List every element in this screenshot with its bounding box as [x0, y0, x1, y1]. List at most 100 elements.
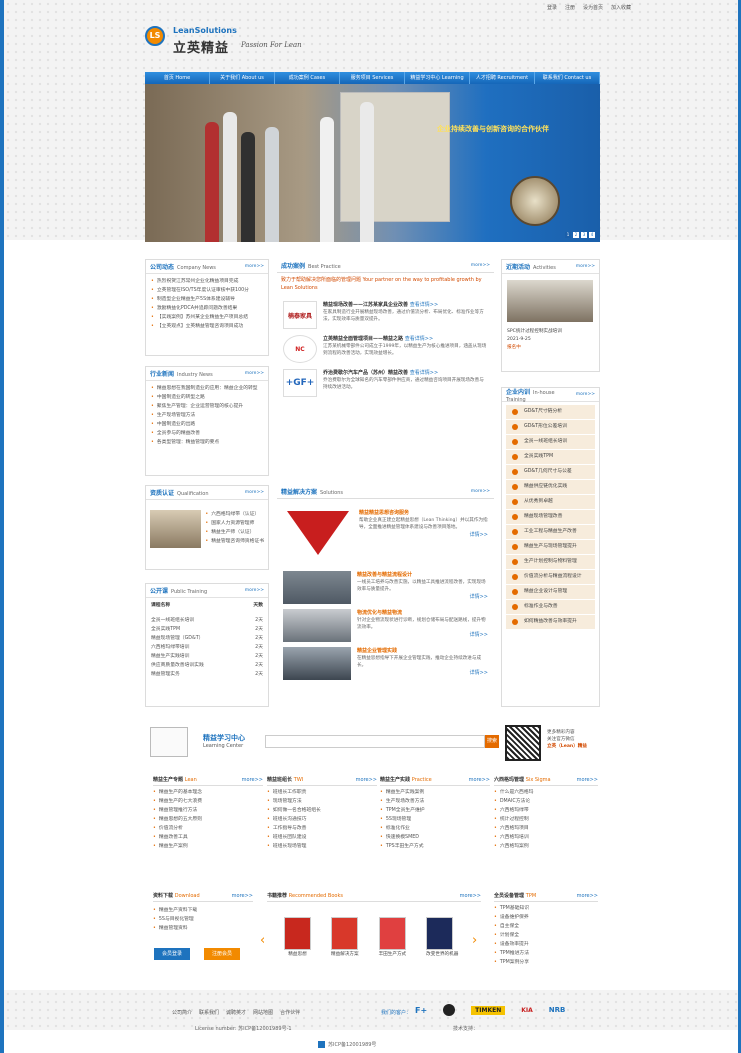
solution-item[interactable]: 精益改善与精益流程设计 一线员工培养与改善实施，以精益工具推进流程改善，实现现场效… — [283, 571, 488, 604]
footer-link[interactable]: 公司简介 — [172, 1009, 192, 1016]
qualification-more[interactable]: more>> — [245, 490, 264, 495]
table-row[interactable]: 六西格玛绿带培训 2天 — [151, 643, 263, 652]
list-item[interactable]: TPS丰田生产方式 — [380, 842, 490, 851]
training-item[interactable]: GD&T形位公差培训 — [506, 420, 595, 435]
list-item[interactable]: 5S现场管理 — [380, 815, 490, 824]
site-logo[interactable]: LS LeanSolutions 立英精益 Passion For Lean — [145, 26, 302, 56]
list-item[interactable]: 价值流分析 — [153, 824, 263, 833]
icp-record[interactable]: 苏ICP备12001989号 — [318, 1041, 376, 1048]
footer-link[interactable]: 诚聘英才 — [226, 1009, 246, 1016]
list-item[interactable]: 精益生产的七大浪费 — [153, 797, 263, 806]
table-row[interactable]: 精益管理实务 2天 — [151, 670, 263, 679]
add-favorite-link[interactable]: 加入收藏 — [611, 4, 631, 11]
practice-more[interactable]: more>> — [469, 775, 490, 785]
hero-banner[interactable]: 企业持续改善与创新咨询的合作伙伴 1 2 3 4 — [145, 84, 600, 242]
company-news-more[interactable]: more>> — [245, 264, 264, 269]
list-item[interactable]: 各类型管理：精益管理的要点 — [151, 438, 263, 447]
banner-page-4[interactable]: 4 — [589, 232, 595, 238]
table-row[interactable]: 供应商质量改善培训实践 2天 — [151, 661, 263, 670]
list-item[interactable]: 六西格玛项目 — [494, 824, 598, 833]
list-item[interactable]: 精益管理推行方法 — [153, 806, 263, 815]
list-item[interactable]: 六西格玛绿带 — [494, 806, 598, 815]
list-item[interactable]: 设备效率提升 — [494, 940, 598, 949]
book-item[interactable]: 精益解决方案 — [331, 917, 359, 959]
list-item[interactable]: 精益管理咨询师资格证书 — [205, 537, 264, 546]
training-item[interactable]: 全员实践TPM — [506, 450, 595, 465]
book-item[interactable]: 改变世界的机器 — [426, 917, 458, 959]
member-login-button[interactable]: 会员登录 — [154, 948, 190, 960]
list-item[interactable]: 如何做一名合格班组长 — [267, 806, 377, 815]
list-item[interactable]: 制造型企业精益生产5S体系建设辅导 — [151, 295, 263, 304]
nav-recruitment[interactable]: 人才招聘 Recruitment — [470, 72, 535, 84]
lean-topics-more[interactable]: more>> — [242, 775, 263, 785]
list-item[interactable]: 班组长沟通技巧 — [267, 815, 377, 824]
industry-news-more[interactable]: more>> — [245, 371, 264, 376]
list-item[interactable]: 中国制造业的出路 — [151, 420, 263, 429]
nav-about[interactable]: 关于我们 About us — [210, 72, 275, 84]
list-item[interactable]: 立英管理在ISO/TS年度认证审核中获100分 — [151, 286, 263, 295]
list-item[interactable]: DMAIC方法论 — [494, 797, 598, 806]
list-item[interactable]: 统计过程控制 — [494, 815, 598, 824]
list-item[interactable]: 精益思想的五大原则 — [153, 815, 263, 824]
list-item[interactable]: TPM案例分享 — [494, 958, 598, 967]
list-item[interactable]: 【立英观点】立英精益管理咨询项目成功 — [151, 322, 263, 331]
solution-item[interactable]: 精益精益思想咨询服务 帮助企业真正建立起精益思想（Lean Thinking）并以… — [283, 509, 488, 557]
list-item[interactable]: 国家人力资源管理师 — [205, 519, 264, 528]
solution-item[interactable]: 物流优化与精益物流 针对企业物流现状进行诊断，规划仓储布局与配送路线，提升物流效率… — [283, 609, 488, 642]
login-link[interactable]: 登录 — [547, 4, 557, 11]
nav-services[interactable]: 服务项目 Services — [340, 72, 405, 84]
training-item[interactable]: 精益供应链优化实践 — [506, 480, 595, 495]
nav-contact[interactable]: 联系我们 Contact us — [535, 72, 600, 84]
training-item[interactable]: 精益企业设计与管理 — [506, 585, 595, 600]
list-item[interactable]: 计划保全 — [494, 931, 598, 940]
nav-home[interactable]: 首页 Home — [145, 72, 210, 84]
list-item[interactable]: 工作指导与改善 — [267, 824, 377, 833]
footer-link[interactable]: 合作伙伴 — [280, 1009, 300, 1016]
list-item[interactable]: 精益管理资料 — [153, 924, 253, 933]
list-item[interactable]: 【实践案例】苏州某企业精益生产项目总结 — [151, 313, 263, 322]
books-prev-arrow-icon[interactable]: ‹ — [260, 933, 265, 948]
list-item[interactable]: 热烈祝贺江苏常州企业化精益项目完成 — [151, 277, 263, 286]
banner-page-3[interactable]: 3 — [581, 232, 587, 238]
list-item[interactable]: 班组长工作职责 — [267, 788, 377, 797]
training-item[interactable]: 标准作业与改善 — [506, 600, 595, 615]
list-item[interactable]: 六西格玛案例 — [494, 842, 598, 851]
table-row[interactable]: 全员一线班组长培训 2天 — [151, 616, 263, 625]
training-item[interactable]: 工业工程与精益生产改善 — [506, 525, 595, 540]
list-item[interactable]: 全员参与的精益改善 — [151, 429, 263, 438]
training-item[interactable]: 精益现场管理改善 — [506, 510, 595, 525]
list-item[interactable]: 精益生产师（认证） — [205, 528, 264, 537]
table-row[interactable]: 全员实践TPM 2天 — [151, 625, 263, 634]
list-item[interactable]: 自主保全 — [494, 922, 598, 931]
learning-search-button[interactable]: 搜索 — [485, 735, 499, 748]
activities-more[interactable]: more>> — [576, 264, 595, 269]
list-item[interactable]: TPM全员生产维护 — [380, 806, 490, 815]
list-item[interactable]: 精益生产实践案例 — [380, 788, 490, 797]
list-item[interactable]: 快速换模SMED — [380, 833, 490, 842]
list-item[interactable]: 班组长现场管理 — [267, 842, 377, 851]
activity-name[interactable]: SPC统计过程控制实战培训 — [507, 328, 594, 336]
download-more[interactable]: more>> — [232, 891, 253, 901]
list-item[interactable]: TPM推进方法 — [494, 949, 598, 958]
books-next-arrow-icon[interactable]: › — [472, 933, 477, 948]
set-homepage-link[interactable]: 设为首页 — [583, 4, 603, 11]
list-item[interactable]: 班组长团队建设 — [267, 833, 377, 842]
list-item[interactable]: 生产现场管理方法 — [151, 411, 263, 420]
training-item[interactable]: 价值流分析与精益流程设计 — [506, 570, 595, 585]
training-item[interactable]: GD&T几何尺寸与公差 — [506, 465, 595, 480]
learning-search-input[interactable] — [265, 735, 485, 748]
case-item[interactable]: +GF+ 乔治费歇尔汽车产品（苏州）精益改善 查看详情>> 乔治费歇尔为全球知名的… — [283, 369, 488, 397]
training-item[interactable]: 全员一线班组长培训 — [506, 435, 595, 450]
solution-item[interactable]: 精益企业管理实践 在精益思想指导下开展企业管理实践，推动企业持续改进与成长。 详情>… — [283, 647, 488, 680]
list-item[interactable]: 激励精益化PDCA并追踪问题改善结果 — [151, 304, 263, 313]
solutions-more[interactable]: more>> — [471, 489, 490, 494]
training-item[interactable]: 精益生产与现场管理提升 — [506, 540, 595, 555]
footer-link[interactable]: 联系我们 — [199, 1009, 219, 1016]
list-item[interactable]: 生产现场改善方法 — [380, 797, 490, 806]
table-row[interactable]: 精益现场管理（GD&T） 2天 — [151, 634, 263, 643]
nav-learning[interactable]: 精益学习中心 Learning — [405, 72, 470, 84]
training-item[interactable]: 如何精益改善与效率提升 — [506, 615, 595, 630]
six-sigma-more[interactable]: more>> — [577, 775, 598, 785]
nav-cases[interactable]: 成功案例 Cases — [275, 72, 340, 84]
banner-page-2[interactable]: 2 — [573, 232, 579, 238]
